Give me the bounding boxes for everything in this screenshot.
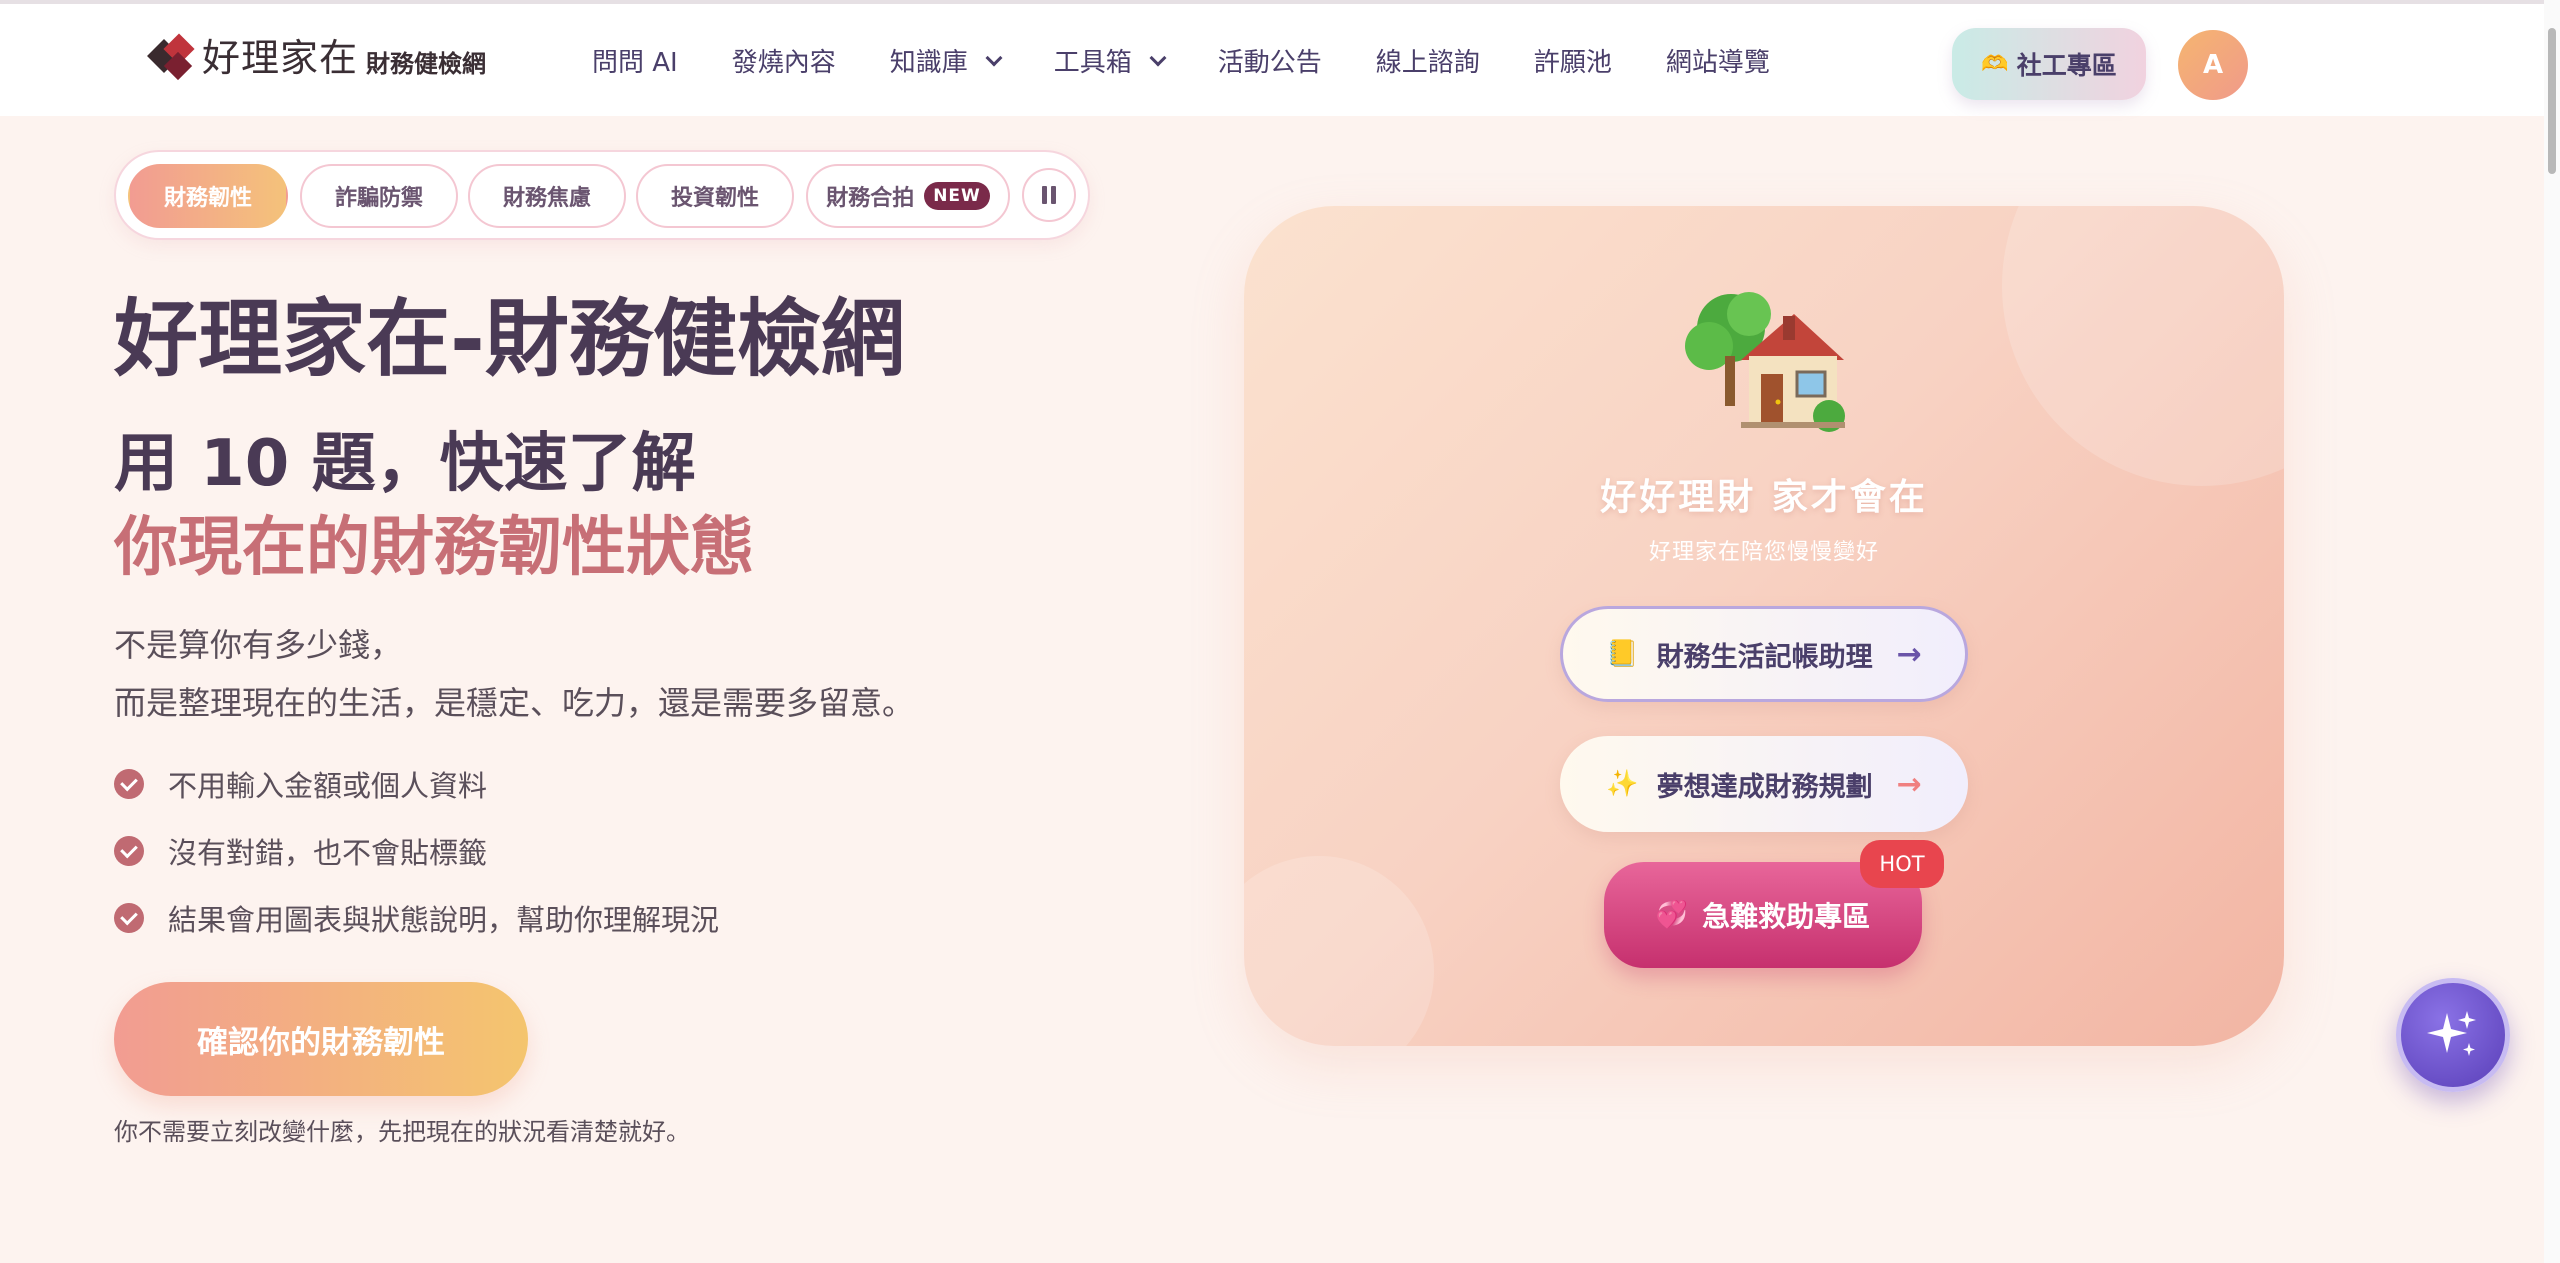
handshake-icon: 🫶 xyxy=(1981,51,2009,77)
checklist-text: 不用輸入金額或個人資料 xyxy=(168,769,488,803)
nav-site-map[interactable]: 網站導覽 xyxy=(1666,42,1770,79)
hero-footnote: 你不需要立刻改變什麼，先把現在的狀況看清楚就好。 xyxy=(114,1118,690,1146)
pause-icon xyxy=(1042,186,1047,204)
nav-label: 網站導覽 xyxy=(1665,48,1770,78)
tab-label: 財務韌性 xyxy=(163,186,252,211)
logo-title: 好理家在 xyxy=(202,36,359,80)
list-item: 不用輸入金額或個人資料 xyxy=(114,763,487,805)
notebook-icon: 📒 xyxy=(1606,639,1639,669)
nav-knowledge-base[interactable]: 知識庫 xyxy=(889,42,1003,79)
list-item: 結果會用圖表與狀態說明，幫助你理解現況 xyxy=(114,897,719,939)
nav-label: 問問 AI xyxy=(592,48,678,78)
checklist-text: 沒有對錯，也不會貼標籤 xyxy=(168,836,488,870)
list-item: 沒有對錯，也不會貼標籤 xyxy=(114,830,487,872)
arrow-right-icon: → xyxy=(1896,636,1922,672)
tab-label: 詐騙防禦 xyxy=(334,186,423,211)
hero-description-line1: 不是算你有多少錢， xyxy=(114,626,403,664)
check-circle-icon xyxy=(114,903,144,933)
pause-icon xyxy=(1051,186,1056,204)
chevron-down-icon xyxy=(1149,49,1167,66)
nav-label: 許願池 xyxy=(1533,48,1612,78)
feature-card: 好好理財 家才會在 好理家在陪您慢慢變好 📒 財務生活記帳助理 → ✨ 夢想達成… xyxy=(1244,206,2284,1046)
nav-label: 知識庫 xyxy=(889,48,968,78)
button-label: 財務生活記帳助理 xyxy=(1656,641,1873,673)
nav-label: 工具箱 xyxy=(1053,48,1132,78)
tab-financial-anxiety[interactable]: 財務焦慮 xyxy=(468,164,626,228)
avatar-letter: A xyxy=(2202,50,2224,80)
page-title: 好理家在-財務健檢網 xyxy=(114,290,905,388)
hot-badge: HOT xyxy=(1860,840,1944,888)
page-scrollbar[interactable] xyxy=(2544,0,2560,1263)
logo-subtitle: 財務健檢網 xyxy=(366,50,487,78)
tab-financial-resilience[interactable]: 財務韌性 xyxy=(128,164,288,228)
hearts-icon: 💞 xyxy=(1655,900,1689,930)
new-badge: NEW xyxy=(924,182,990,210)
cta-label: 確認你的財務韌性 xyxy=(197,1024,445,1061)
tab-label: 財務合拍 xyxy=(826,186,915,211)
nav-wish-pool[interactable]: 許願池 xyxy=(1534,42,1612,79)
hero-subtitle-line1: 用 10 題，快速了解 xyxy=(114,427,696,501)
nav-hot-content[interactable]: 發燒內容 xyxy=(732,42,836,79)
social-worker-label: 社工專區 xyxy=(2016,51,2117,80)
nav-label: 發燒內容 xyxy=(731,48,836,78)
card-title: 好好理財 家才會在 xyxy=(1600,477,1928,518)
nav-announcements[interactable]: 活動公告 xyxy=(1218,42,1322,79)
nav-ask-ai[interactable]: 問問 AI xyxy=(592,42,678,79)
hero-description-line2: 而是整理現在的生活，是穩定、吃力，還是需要多留意。 xyxy=(114,684,915,722)
pause-button[interactable] xyxy=(1022,168,1076,222)
decorative-circle xyxy=(2002,206,2284,486)
avatar[interactable]: A xyxy=(2178,30,2248,100)
nav-label: 線上諮詢 xyxy=(1375,48,1480,78)
hero-subtitle-line2: 你現在的財務韌性狀態 xyxy=(114,511,754,585)
sparkle-icon xyxy=(2427,1011,2476,1056)
main-nav: 問問 AI 發燒內容 知識庫 工具箱 活動公告 線上諮詢 許願池 網站導覽 xyxy=(592,42,1824,79)
scrollbar-thumb[interactable] xyxy=(2548,28,2556,174)
button-label: 急難救助專區 xyxy=(1702,900,1871,933)
check-resilience-button[interactable]: 確認你的財務韌性 xyxy=(114,982,528,1096)
tab-investment-resilience[interactable]: 投資韌性 xyxy=(636,164,794,228)
logo-mark-icon xyxy=(147,33,196,81)
top-navigation-bar: 好理家在 財務健檢網 問問 AI 發燒內容 知識庫 工具箱 活動公告 線上諮詢 … xyxy=(0,0,2560,116)
bookkeeping-assistant-button[interactable]: 📒 財務生活記帳助理 → xyxy=(1560,606,1968,702)
ai-assistant-button[interactable] xyxy=(2396,978,2510,1092)
sparkles-icon: ✨ xyxy=(1606,769,1639,799)
check-circle-icon xyxy=(114,769,144,799)
topic-tabs: 財務韌性 詐騙防禦 財務焦慮 投資韌性 財務合拍 NEW xyxy=(114,150,1090,240)
card-subtitle: 好理家在陪您慢慢變好 xyxy=(1648,540,1879,565)
dream-planning-button[interactable]: ✨ 夢想達成財務規劃 → xyxy=(1560,736,1968,832)
nav-toolbox[interactable]: 工具箱 xyxy=(1053,42,1167,79)
checklist-text: 結果會用圖表與狀態說明，幫助你理解現況 xyxy=(168,903,720,937)
tab-label: 財務焦慮 xyxy=(502,186,591,211)
tab-label: 投資韌性 xyxy=(670,186,759,211)
chevron-down-icon xyxy=(985,49,1003,66)
check-circle-icon xyxy=(114,836,144,866)
house-with-tree-icon xyxy=(1685,292,1845,432)
nav-label: 活動公告 xyxy=(1217,48,1322,78)
arrow-right-icon: → xyxy=(1896,766,1922,802)
decorative-circle xyxy=(1244,856,1434,1046)
tab-fraud-defense[interactable]: 詐騙防禦 xyxy=(300,164,458,228)
tab-financial-match[interactable]: 財務合拍 NEW xyxy=(806,164,1010,228)
social-worker-button[interactable]: 🫶 社工專區 xyxy=(1952,28,2146,100)
nav-online-consult[interactable]: 線上諮詢 xyxy=(1376,42,1480,79)
button-label: 夢想達成財務規劃 xyxy=(1656,771,1873,803)
site-logo[interactable]: 好理家在 財務健檢網 xyxy=(147,33,487,81)
